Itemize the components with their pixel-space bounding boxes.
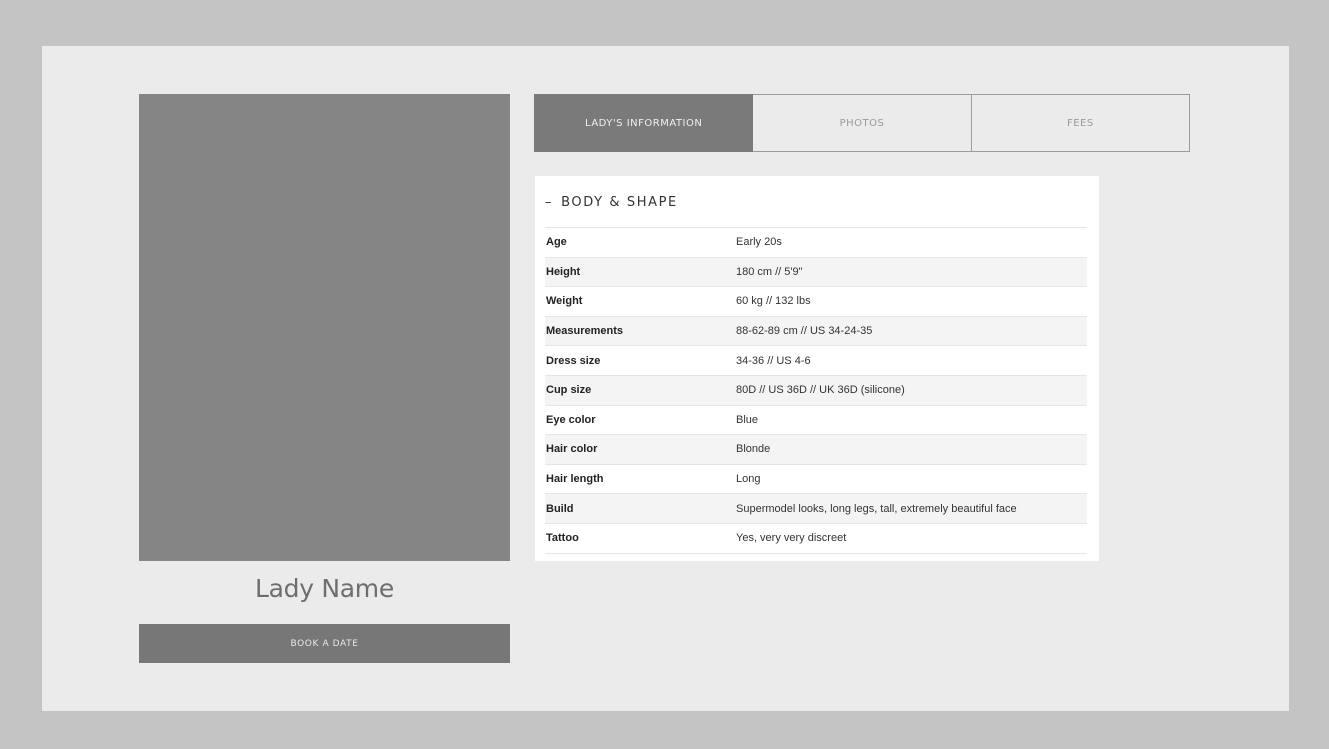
table-row: Hair color Blonde	[545, 435, 1087, 465]
profile-photo[interactable]	[139, 94, 510, 561]
row-value: Yes, very very discreet	[736, 532, 847, 545]
row-label: Hair length	[546, 473, 604, 486]
profile-page: Lady Name BOOK A DATE LADY'S INFORMATION…	[42, 46, 1289, 711]
row-value: Long	[736, 473, 761, 486]
tab-ladys-information[interactable]: LADY'S INFORMATION	[534, 94, 754, 152]
row-label: Age	[546, 236, 567, 249]
collapse-icon[interactable]: –	[545, 195, 553, 210]
info-panel: – BODY & SHAPE Age Early 20s Height 180 …	[535, 176, 1099, 561]
table-row: Age Early 20s	[545, 228, 1087, 258]
row-value: 180 cm // 5'9"	[736, 265, 803, 278]
row-value: Blue	[736, 413, 759, 426]
row-value: 34-36 // US 4-6	[736, 354, 811, 367]
row-label: Cup size	[546, 384, 592, 397]
row-label: Build	[546, 502, 574, 515]
row-value: 80D // US 36D // UK 36D (silicone)	[736, 384, 905, 397]
row-value: Blonde	[736, 443, 771, 456]
table-row: Measurements 88-62-89 cm // US 34-24-35	[545, 316, 1087, 347]
table-row: Dress size 34-36 // US 4-6	[545, 346, 1087, 376]
profile-name: Lady Name	[255, 574, 394, 603]
row-value: 60 kg // 132 lbs	[736, 295, 811, 308]
table-row: Height 180 cm // 5'9"	[545, 257, 1087, 288]
row-value: Early 20s	[736, 236, 782, 249]
book-date-button[interactable]: BOOK A DATE	[139, 624, 510, 663]
table-row: Hair length Long	[545, 465, 1087, 495]
row-label: Eye color	[546, 413, 596, 426]
table-row: Weight 60 kg // 132 lbs	[545, 287, 1087, 317]
row-label: Dress size	[546, 354, 601, 367]
row-value: 88-62-89 cm // US 34-24-35	[736, 325, 873, 338]
section-header-body-shape[interactable]: – BODY & SHAPE	[545, 176, 1087, 228]
table-row: Eye color Blue	[545, 406, 1087, 436]
tab-photos[interactable]: PHOTOS	[753, 94, 972, 152]
section-title: BODY & SHAPE	[561, 195, 678, 210]
tab-fees[interactable]: FEES	[971, 94, 1190, 152]
table-row: Cup size 80D // US 36D // UK 36D (silico…	[545, 375, 1087, 406]
row-value: Supermodel looks, long legs, tall, extre…	[736, 502, 1017, 515]
table-row: Build Supermodel looks, long legs, tall,…	[545, 494, 1087, 524]
row-label: Hair color	[546, 443, 598, 456]
table-row: Tattoo Yes, very very discreet	[545, 524, 1087, 554]
row-label: Measurements	[546, 325, 624, 338]
info-table: Age Early 20s Height 180 cm // 5'9" Weig…	[545, 228, 1087, 554]
row-label: Weight	[546, 295, 583, 308]
row-label: Height	[546, 265, 581, 278]
profile-tabs: LADY'S INFORMATION PHOTOS FEES	[534, 94, 1190, 152]
row-label: Tattoo	[546, 532, 579, 545]
